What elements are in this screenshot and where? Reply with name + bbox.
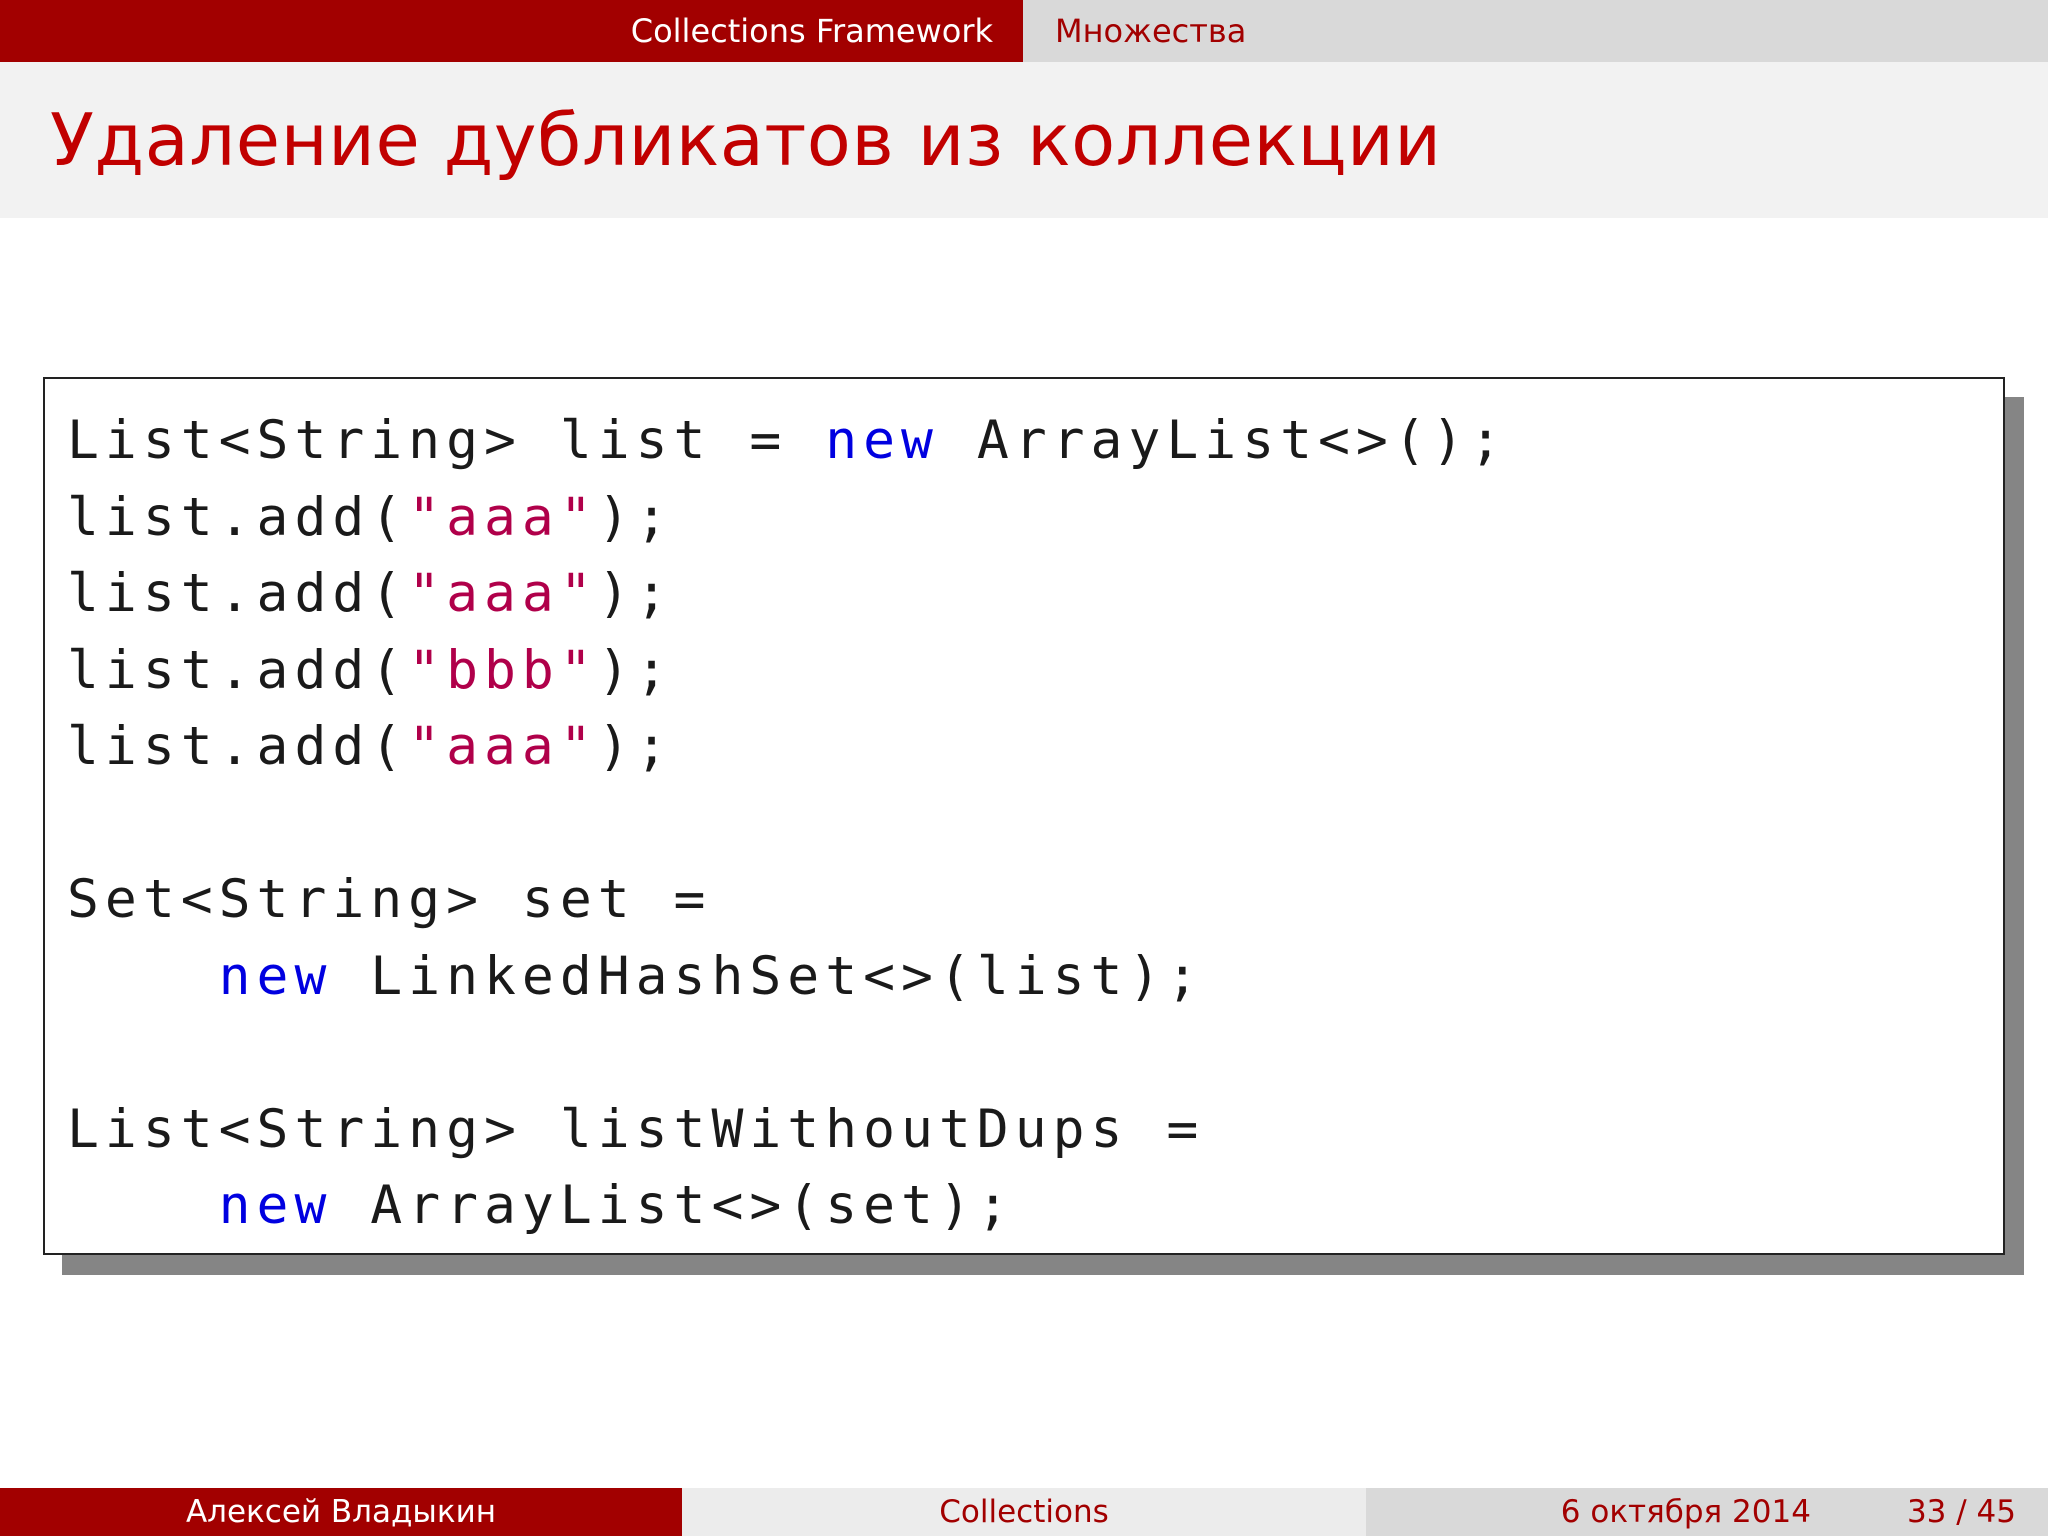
footer-title-label: Collections — [939, 1494, 1109, 1530]
footer-date: 6 октября 2014 — [1560, 1494, 1811, 1530]
code-line: new LinkedHashSet<>(list); — [67, 939, 1508, 1016]
code-token: List<String> listWithoutDups = — [67, 1098, 1205, 1160]
code-token: list.add( — [67, 639, 409, 701]
nav-section-current[interactable]: Collections Framework — [0, 0, 1023, 62]
code-string: "aaa" — [408, 486, 598, 548]
code-line: List<String> listWithoutDups = — [67, 1092, 1508, 1169]
code-token: list.add( — [67, 716, 409, 777]
top-navigation-bar: Collections Framework Множества — [0, 0, 2048, 62]
footer-author: Алексей Владыкин — [0, 1488, 682, 1536]
code-token: List<String> list = — [67, 410, 826, 471]
code-token: ); — [597, 563, 674, 624]
nav-section-label: Collections Framework — [630, 12, 993, 50]
code-string: "aaa" — [408, 716, 598, 777]
slide-title-band: Удаление дубликатов из коллекции — [0, 62, 2048, 218]
code-token: ); — [597, 486, 674, 548]
code-token: ); — [597, 639, 674, 701]
code-token: ); — [597, 716, 674, 777]
footer-author-label: Алексей Владыкин — [185, 1494, 497, 1530]
nav-subsection-label: Множества — [1055, 12, 1247, 50]
slide-title: Удаление дубликатов из коллекции — [50, 98, 1442, 182]
nav-subsection-current[interactable]: Множества — [1023, 0, 2048, 62]
code-line: list.add("aaa"); — [67, 709, 1508, 786]
code-listing: List<String> list = new ArrayList<>(); li… — [67, 403, 1508, 1245]
footer-title: Collections — [682, 1488, 1366, 1536]
code-line: list.add("aaa"); — [67, 556, 1508, 633]
code-string: "aaa" — [408, 563, 598, 624]
footer-date-page: 6 октября 2014 33 / 45 — [1366, 1488, 2048, 1536]
code-token: list.add( — [67, 563, 409, 624]
code-token: ArrayList<>(); — [938, 410, 1508, 471]
footer-page-number: 33 / 45 — [1906, 1494, 2016, 1530]
code-box: List<String> list = new ArrayList<>(); li… — [43, 377, 2005, 1255]
code-string: "bbb" — [408, 639, 598, 701]
code-line: list.add("bbb"); — [67, 633, 1508, 710]
code-keyword: new — [218, 1175, 333, 1236]
code-line: List<String> list = new ArrayList<>(); — [67, 403, 1508, 480]
code-keyword: new — [218, 945, 333, 1007]
code-token: LinkedHashSet<>(list); — [332, 945, 1205, 1007]
code-line: list.add("aaa"); — [67, 480, 1508, 557]
code-token: Set<String> set = — [67, 869, 712, 930]
code-keyword: new — [825, 410, 939, 471]
code-line: new ArrayList<>(set); — [67, 1168, 1508, 1245]
code-token: ArrayList<>(set); — [332, 1175, 1015, 1236]
code-line: Set<String> set = — [67, 862, 1508, 939]
footer-bar: Алексей Владыкин Collections 6 октября 2… — [0, 1488, 2048, 1536]
code-token: list.add( — [67, 486, 409, 548]
